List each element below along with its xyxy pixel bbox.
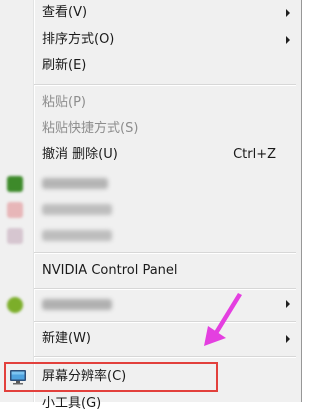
menu-item-sort-by-label: 排序方式(O): [42, 32, 115, 47]
menu-item-new[interactable]: 新建(W): [2, 326, 298, 352]
menu-item-undo-delete[interactable]: 撤消 删除(U) Ctrl+Z: [2, 142, 298, 168]
blurred-label: [42, 299, 112, 310]
menu-separator: [34, 356, 296, 358]
menu-item-view-label: 查看(V): [42, 5, 88, 20]
menu-item-refresh-label: 刷新(E): [42, 58, 87, 73]
menu-item-paste-shortcut[interactable]: 粘贴快捷方式(S): [2, 116, 298, 142]
menu-item-blurred-2[interactable]: [2, 196, 298, 222]
menu-item-refresh[interactable]: 刷新(E): [2, 53, 298, 79]
menu-item-nvidia-control-panel[interactable]: NVIDIA Control Panel: [2, 258, 298, 284]
menu-item-blurred-3[interactable]: [2, 222, 298, 248]
highlight-box: [4, 362, 218, 392]
menu-item-new-label: 新建(W): [42, 331, 91, 346]
annotation-arrow-icon: [204, 293, 242, 346]
menu-item-paste[interactable]: 粘贴(P): [2, 90, 298, 116]
menu-item-undo-delete-label: 撤消 删除(U): [42, 147, 118, 162]
app-icon: [7, 176, 23, 192]
menu-separator: [34, 84, 296, 86]
menu-item-paste-shortcut-label: 粘贴快捷方式(S): [42, 121, 139, 136]
app-icon: [7, 202, 23, 218]
menu-item-undo-delete-shortcut: Ctrl+Z: [233, 147, 276, 162]
submenu-arrow-icon: [286, 9, 290, 17]
menu-item-gadgets-label: 小工具(G): [42, 396, 102, 411]
menu-item-sort-by[interactable]: 排序方式(O): [2, 27, 298, 53]
blurred-label: [42, 204, 112, 215]
menu-item-blurred-submenu[interactable]: [2, 291, 298, 317]
menu-item-nvidia-label: NVIDIA Control Panel: [42, 263, 178, 278]
menu-separator: [34, 252, 296, 254]
menu-item-blurred-1[interactable]: [2, 170, 298, 196]
submenu-arrow-icon: [286, 36, 290, 44]
menu-separator: [34, 288, 296, 290]
submenu-arrow-icon: [286, 300, 290, 308]
blurred-label: [42, 230, 112, 241]
menu-item-paste-label: 粘贴(P): [42, 95, 86, 110]
blurred-label: [42, 178, 108, 189]
submenu-arrow-icon: [286, 335, 290, 343]
menu-item-view[interactable]: 查看(V): [2, 0, 298, 26]
desktop-context-menu: 查看(V) 排序方式(O) 刷新(E) 粘贴(P) 粘贴快捷方式(S) 撤消 删…: [0, 0, 302, 411]
app-icon: [7, 228, 23, 244]
app-icon: [7, 297, 23, 313]
menu-separator: [34, 321, 296, 323]
menu-item-gadgets[interactable]: 小工具(G): [2, 391, 298, 417]
